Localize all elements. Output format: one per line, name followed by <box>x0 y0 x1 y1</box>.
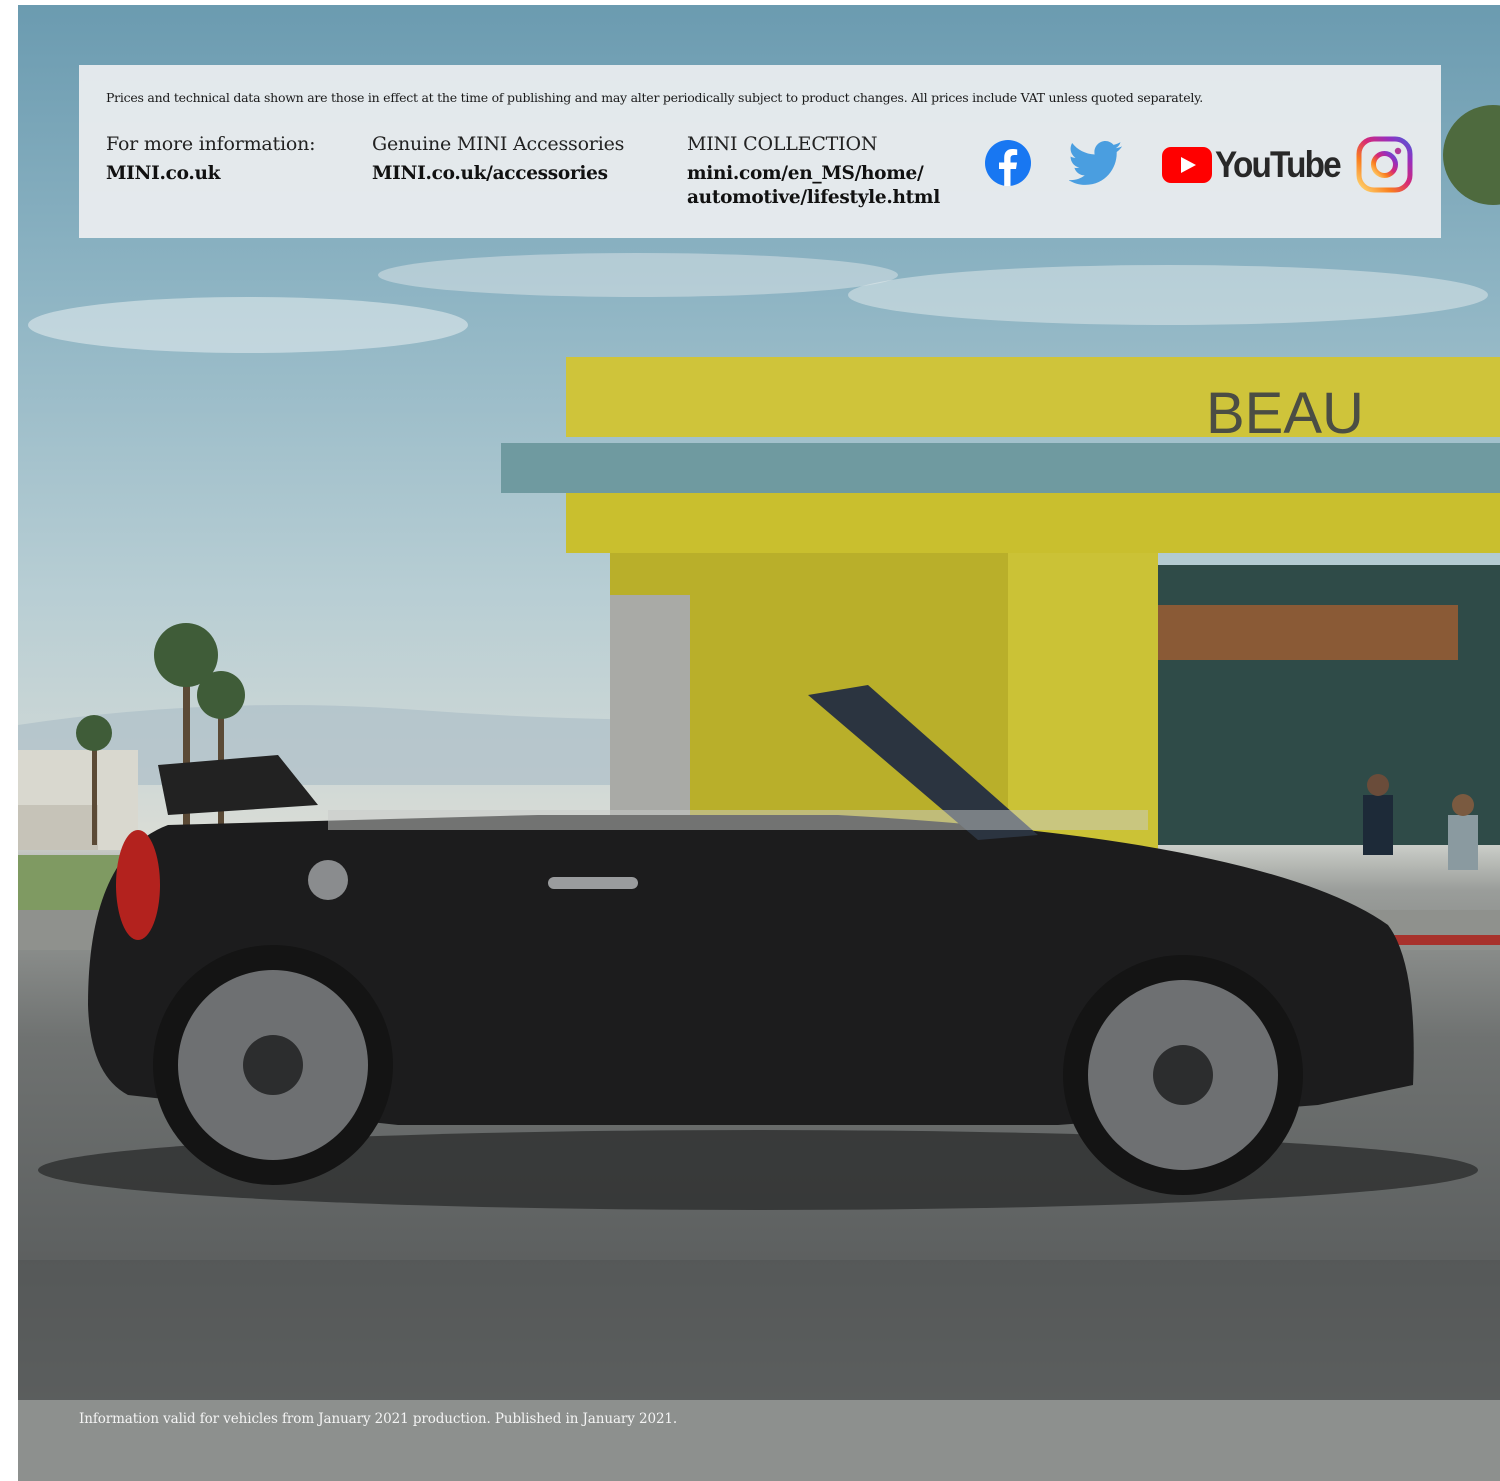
publication-note: Information valid for vehicles from Janu… <box>79 1411 678 1427</box>
building-sign-text: BEAU <box>1206 381 1364 446</box>
collection-link[interactable]: mini.com/en_MS/home/ automotive/lifestyl… <box>687 162 940 210</box>
instagram-icon[interactable] <box>1356 136 1413 197</box>
accessories-link[interactable]: MINI.co.uk/accessories <box>372 162 624 186</box>
price-disclaimer: Prices and technical data shown are thos… <box>106 90 1203 105</box>
info-label: MINI COLLECTION <box>687 133 878 155</box>
info-column-accessories: Genuine MINI Accessories MINI.co.uk/acce… <box>372 132 624 186</box>
info-column-collection: MINI COLLECTION mini.com/en_MS/home/ aut… <box>687 132 940 210</box>
collection-link-line1: mini.com/en_MS/home/ <box>687 163 924 184</box>
twitter-icon[interactable] <box>1068 141 1123 190</box>
info-label: Genuine MINI Accessories <box>372 133 625 155</box>
collection-link-line2: automotive/lifestyle.html <box>687 187 940 208</box>
info-column-mini: For more information: MINI.co.uk <box>106 132 316 186</box>
brochure-back-page: BEAU Prices and technical data shown are… <box>0 0 1500 1481</box>
info-panel: Prices and technical data shown are thos… <box>79 65 1441 238</box>
info-label: For more information: <box>106 133 316 155</box>
mini-website-link[interactable]: MINI.co.uk <box>106 162 315 186</box>
youtube-logo[interactable]: YouTube <box>1162 144 1354 186</box>
facebook-icon[interactable] <box>985 140 1031 190</box>
youtube-wordmark: YouTube <box>1215 144 1342 185</box>
youtube-icon <box>1162 147 1212 183</box>
